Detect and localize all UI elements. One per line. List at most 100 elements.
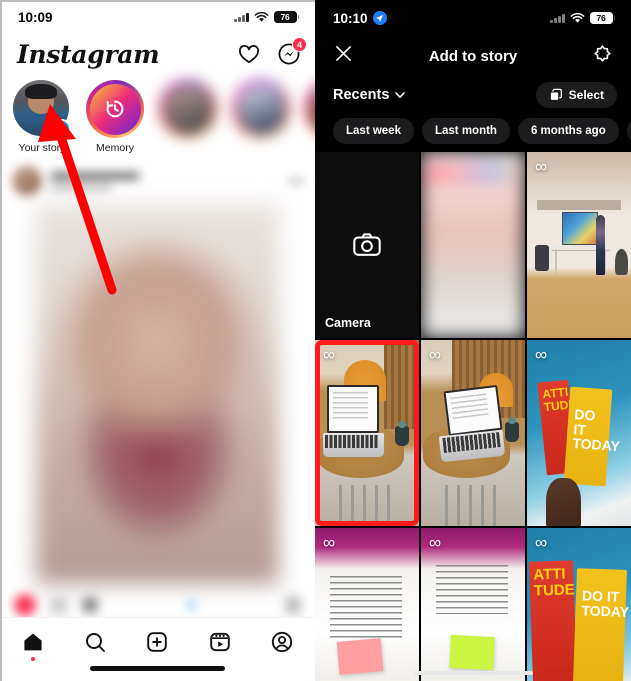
boomerang-infinity-icon: ∞ (323, 533, 336, 552)
chip-last-year[interactable]: Last year (626, 118, 631, 144)
memory-gradient-ring (86, 80, 144, 138)
sidebar-item-create[interactable] (137, 626, 177, 658)
story-item-blurred[interactable] (304, 80, 315, 154)
photo-thumbnail (527, 152, 631, 338)
story-item-blurred[interactable] (158, 80, 218, 154)
battery-tip (297, 15, 299, 19)
grid-cell-photo[interactable]: ∞ (315, 528, 419, 681)
album-label: Recents (333, 87, 390, 103)
instagram-header: Instagram 4 (0, 34, 315, 74)
home-indicator (413, 670, 533, 675)
boomerang-infinity-icon: ∞ (429, 533, 442, 552)
album-selector[interactable]: Recents (333, 87, 406, 103)
story-item-blurred[interactable] (231, 80, 291, 154)
left-status-bar: 10:09 76 (0, 0, 315, 34)
search-icon (86, 633, 106, 652)
photo-thumbnail (421, 340, 525, 526)
select-button[interactable]: Select (535, 82, 617, 108)
grid-cell-photo[interactable]: ∞ (421, 340, 525, 526)
stories-tray[interactable]: + Your story Memory (0, 74, 315, 158)
grid-cell-photo[interactable]: ∞ (527, 152, 631, 338)
dual-phone-screenshot: 10:09 76 Instagram 4 + Your story Memory… (0, 0, 631, 681)
plus-badge-icon[interactable]: + (52, 119, 71, 138)
chip-last-week[interactable]: Last week (333, 118, 414, 144)
boomerang-infinity-icon: ∞ (323, 345, 336, 364)
chevron-down-icon (395, 92, 406, 98)
story-memory[interactable]: Memory (85, 80, 145, 154)
sidebar-item-home[interactable] (13, 626, 53, 661)
home-notification-dot (31, 657, 36, 661)
sidebar-item-profile[interactable] (262, 626, 302, 658)
story-label: Memory (96, 142, 134, 154)
sidebar-item-search[interactable] (75, 626, 115, 658)
post-like-icon (14, 594, 36, 616)
right-phone-add-to-story: 10:10 76 Add to story Recents Select Las… (315, 0, 631, 681)
boomerang-infinity-icon: ∞ (535, 345, 548, 364)
wifi-icon (570, 12, 584, 23)
location-arrow-icon (372, 11, 387, 25)
battery-level: 76 (589, 11, 613, 25)
status-time: 10:10 (333, 10, 368, 26)
post-more-icon (289, 179, 303, 183)
sidebar-item-reels[interactable] (200, 626, 240, 658)
status-indicators: 76 (234, 10, 299, 24)
grid-cell-photo[interactable]: ∞ (421, 528, 525, 681)
battery-indicator: 76 (273, 10, 299, 24)
grid-cell-photo-selected[interactable]: ∞ (315, 340, 419, 526)
reels-icon (209, 632, 230, 652)
messenger-badge: 4 (292, 37, 307, 52)
messenger-icon[interactable]: 4 (277, 37, 307, 66)
clock-history-icon (89, 83, 141, 135)
book-title-yellow: DO IT TODAY (563, 387, 620, 487)
status-indicators: 76 (550, 11, 615, 25)
book-title-red: ATTI TUDE (529, 560, 577, 681)
grid-cell-photo[interactable]: ∞ ATTI TUDE DO IT TODAY (527, 528, 631, 681)
home-indicator (90, 666, 225, 671)
battery-indicator: 76 (589, 11, 615, 25)
instagram-logo: Instagram (17, 39, 160, 69)
post-page-dot (188, 601, 195, 609)
home-icon (24, 633, 42, 651)
multi-select-icon (549, 88, 562, 101)
battery-tip (613, 16, 615, 20)
grid-cell-camera[interactable]: Camera (315, 152, 419, 338)
story-your-story[interactable]: + Your story (12, 80, 72, 154)
story-label: Your story (18, 142, 66, 154)
chip-6-months-ago[interactable]: 6 months ago (517, 118, 619, 144)
grid-cell-photo[interactable]: ∞ ATTI TUDE DO IT TODAY (527, 340, 631, 526)
grid-cell-photo[interactable] (421, 152, 525, 338)
plus-square-icon (147, 632, 168, 652)
chip-last-month[interactable]: Last month (421, 118, 510, 144)
boomerang-infinity-icon: ∞ (429, 345, 442, 364)
photo-grid[interactable]: Camera ∞ ∞ ∞ ∞ ATTI TUDE DO IT TODAY ∞ ∞… (315, 152, 631, 681)
post-share-icon (82, 597, 98, 613)
post-avatar (12, 166, 42, 196)
post-username-placeholder (50, 171, 281, 191)
story-label (304, 142, 315, 154)
feed-post (0, 158, 315, 636)
book-title-yellow: DO IT TODAY (572, 568, 629, 681)
battery-level: 76 (273, 10, 297, 24)
close-x-icon[interactable] (333, 43, 354, 69)
camera-icon (353, 233, 381, 256)
post-comment-icon (50, 596, 68, 614)
right-status-bar: 10:10 76 (315, 0, 631, 36)
bottom-tab-bar[interactable] (2, 617, 313, 679)
profile-circle-icon (271, 631, 292, 653)
header-actions: 4 (237, 37, 307, 66)
post-header (0, 158, 315, 204)
post-bookmark-icon (285, 596, 301, 614)
status-time: 10:09 (18, 9, 53, 25)
heart-icon[interactable] (237, 42, 261, 66)
cellular-bars-icon (234, 12, 249, 22)
time-filter-chips[interactable]: Last week Last month 6 months ago Last y… (315, 114, 631, 152)
page-title: Add to story (428, 47, 518, 65)
photo-thumbnail: ATTI TUDE DO IT TODAY (527, 340, 631, 526)
cellular-bars-icon (550, 13, 565, 23)
picker-subbar: Recents Select (315, 76, 631, 114)
left-phone-instagram-feed: 10:09 76 Instagram 4 + Your story Memory (0, 0, 315, 681)
sparkle-settings-icon[interactable] (592, 43, 613, 69)
boomerang-infinity-icon: ∞ (535, 533, 548, 552)
camera-label: Camera (325, 316, 371, 330)
photo-thumbnail (315, 340, 419, 526)
